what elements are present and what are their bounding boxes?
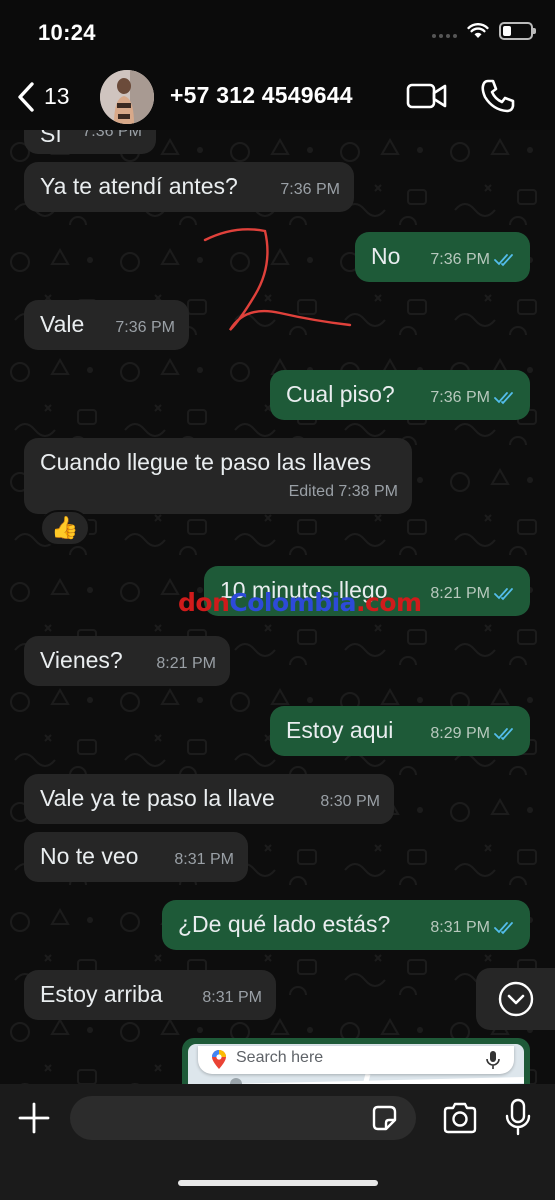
message-text: Estoy arriba	[40, 981, 163, 1007]
phone-call-icon[interactable]	[480, 78, 516, 114]
message-meta: 8:31 PM	[174, 846, 234, 874]
incoming-message[interactable]: Cuando llegue te paso las llaves Edited 7…	[24, 438, 412, 514]
map-search-placeholder: Search here	[236, 1049, 324, 1066]
message-meta: 7:36 PM	[280, 176, 340, 204]
message-input[interactable]	[70, 1096, 416, 1140]
message-text: Estoy aqui	[286, 717, 394, 743]
message-time: 7:36 PM	[82, 130, 142, 140]
avatar[interactable]	[100, 70, 154, 124]
outgoing-message[interactable]: Cual piso? 7:36 PM	[270, 370, 530, 420]
red-scribble-annotation	[203, 228, 352, 331]
message-meta: 8:21 PM	[156, 650, 216, 678]
status-time: 10:24	[38, 20, 96, 45]
message-meta: 7:36 PM	[430, 384, 516, 412]
message-meta: 7:36 PM	[115, 314, 175, 342]
map-mic-icon	[486, 1051, 500, 1069]
message-text: No	[371, 243, 401, 269]
wifi-icon	[467, 23, 489, 38]
message-meta: 8:31 PM	[430, 914, 516, 942]
read-ticks-icon	[494, 922, 513, 935]
read-ticks-icon	[494, 588, 513, 601]
message-time: 8:30 PM	[320, 793, 380, 810]
watermark-part2: Colombia	[229, 588, 357, 617]
message-meta: 8:21 PM	[430, 580, 516, 608]
message-text: Ya te atendí antes?	[40, 173, 238, 199]
message-time: 7:36 PM	[280, 181, 340, 198]
scroll-down-icon	[498, 981, 534, 1017]
message-meta: 7:36 PM	[430, 246, 516, 274]
message-time: 8:31 PM	[174, 851, 234, 868]
message-text: Cual piso?	[286, 381, 395, 407]
read-ticks-icon	[494, 728, 513, 741]
message-text: Vienes?	[40, 647, 123, 673]
message-text: Sí	[40, 130, 62, 147]
message-text: ¿De qué lado estás?	[178, 911, 391, 937]
incoming-message[interactable]: No te veo 8:31 PM	[24, 832, 248, 882]
read-ticks-icon	[494, 392, 513, 405]
chat-header: 13 +57 312 4549644	[0, 68, 555, 130]
incoming-message[interactable]: Ya te atendí antes? 7:36 PM	[24, 162, 354, 212]
message-time: 8:31 PM	[430, 919, 490, 936]
battery-icon	[499, 22, 536, 40]
message-time: 8:21 PM	[430, 585, 490, 602]
outgoing-message[interactable]: No 7:36 PM	[355, 232, 530, 282]
watermark: donColombia.com	[178, 588, 422, 617]
map-pin-icon	[212, 1050, 226, 1069]
message-time: 8:29 PM	[430, 725, 490, 742]
back-icon[interactable]	[12, 80, 40, 114]
cellular-signal-icon	[432, 24, 457, 38]
message-time: Edited 7:38 PM	[288, 483, 398, 500]
map-image: Search here	[188, 1044, 524, 1084]
message-meta: 8:30 PM	[320, 788, 380, 816]
message-meta: 8:29 PM	[430, 720, 516, 748]
map-search-bar[interactable]: Search here	[198, 1046, 514, 1074]
read-ticks-icon	[494, 254, 513, 267]
camera-icon[interactable]	[442, 1102, 478, 1134]
incoming-message[interactable]: Vienes? 8:21 PM	[24, 636, 230, 686]
watermark-part1: don	[178, 588, 230, 617]
input-bar	[0, 1084, 555, 1200]
contact-name[interactable]: +57 312 4549644	[170, 82, 353, 109]
status-bar: 10:24	[0, 0, 555, 68]
incoming-message[interactable]: Vale ya te paso la llave 8:30 PM	[24, 774, 394, 824]
unread-count[interactable]: 13	[44, 83, 70, 110]
message-time: 7:36 PM	[115, 319, 175, 336]
message-meta: Edited 7:38 PM	[289, 478, 398, 506]
mic-icon[interactable]	[505, 1098, 531, 1136]
message-text: Vale ya te paso la llave	[40, 785, 275, 811]
scroll-down-button[interactable]	[476, 968, 555, 1030]
message-time: 7:36 PM	[430, 389, 490, 406]
reaction-badge[interactable]: 👍	[40, 510, 90, 546]
message-meta: 8:31 PM	[202, 984, 262, 1012]
watermark-part3: .com	[356, 588, 422, 617]
sticker-icon[interactable]	[370, 1104, 398, 1132]
plus-icon[interactable]	[18, 1102, 50, 1134]
incoming-message[interactable]: Estoy arriba 8:31 PM	[24, 970, 276, 1020]
message-time: 8:21 PM	[156, 655, 216, 672]
incoming-message[interactable]: Sí 7:36 PM	[24, 130, 156, 154]
status-icons	[432, 22, 536, 40]
map-preview[interactable]: Search here	[182, 1038, 530, 1084]
outgoing-message[interactable]: Estoy aqui 8:29 PM	[270, 706, 530, 756]
chat-area[interactable]: Sí 7:36 PM Ya te atendí antes? 7:36 PM No 7:3…	[0, 130, 555, 1084]
message-text: Cuando llegue te paso las llaves	[40, 449, 372, 475]
home-indicator	[178, 1180, 378, 1186]
outgoing-message[interactable]: ¿De qué lado estás? 8:31 PM	[162, 900, 530, 950]
message-time: 8:31 PM	[202, 989, 262, 1006]
message-text: Vale	[40, 311, 85, 337]
incoming-message[interactable]: Vale 7:36 PM	[24, 300, 189, 350]
message-time: 7:36 PM	[430, 251, 490, 268]
message-text: No te veo	[40, 843, 139, 869]
video-call-icon[interactable]	[406, 80, 448, 112]
message-meta: 7:36 PM	[82, 130, 142, 146]
